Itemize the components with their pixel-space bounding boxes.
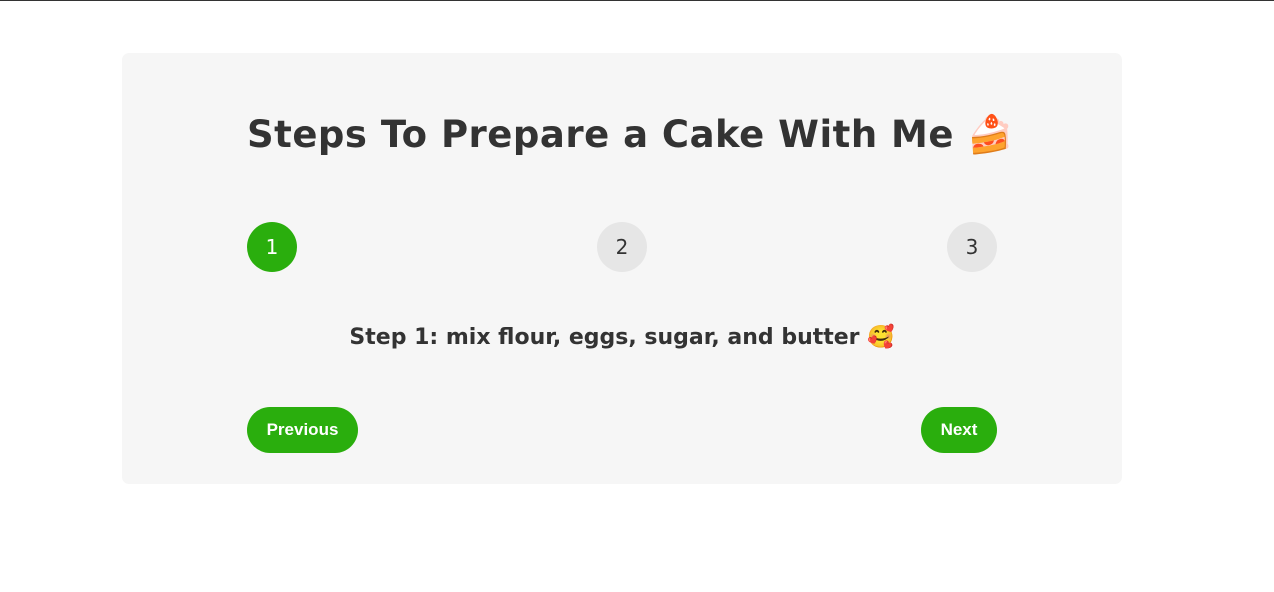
- step-description: Step 1: mix flour, eggs, sugar, and butt…: [349, 325, 895, 350]
- step-circle-2[interactable]: 2: [597, 222, 647, 272]
- next-button[interactable]: Next: [921, 407, 997, 453]
- steps-card: Steps To Prepare a Cake With Me 🍰 1 2 3 …: [122, 53, 1122, 484]
- top-divider: [0, 0, 1274, 1]
- page-title: Steps To Prepare a Cake With Me 🍰: [247, 113, 1014, 156]
- previous-button[interactable]: Previous: [247, 407, 358, 453]
- step-circle-1[interactable]: 1: [247, 222, 297, 272]
- step-indicator: 1 2 3: [247, 222, 997, 272]
- step-circle-3[interactable]: 3: [947, 222, 997, 272]
